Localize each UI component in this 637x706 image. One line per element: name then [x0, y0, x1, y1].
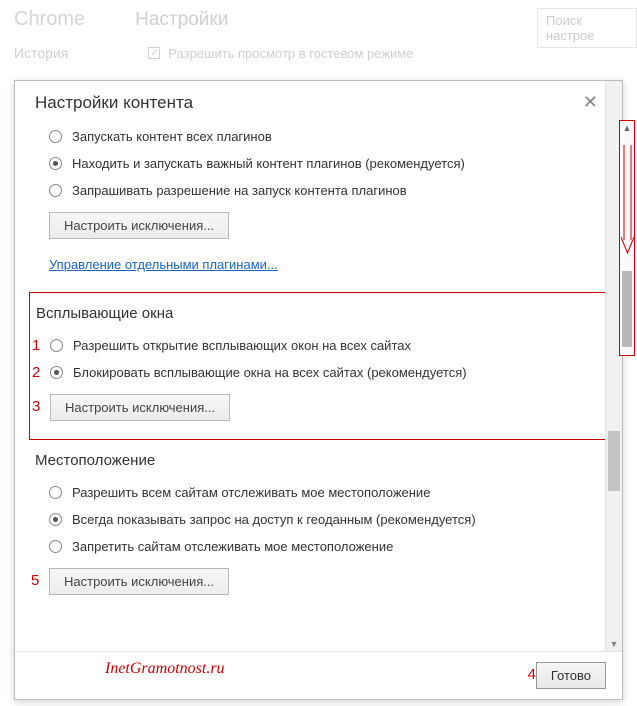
section-popups: Всплывающие окна 1 Разрешить открытие вс… — [36, 305, 601, 429]
radio-icon — [49, 184, 62, 197]
radio-icon — [49, 157, 62, 170]
radio-label: Запретить сайтам отслеживать мое местопо… — [72, 539, 393, 554]
dialog-scrollbar-thumb[interactable] — [608, 431, 620, 491]
annotation-1: 1 — [32, 337, 40, 354]
app-name: Chrome — [14, 8, 85, 31]
radio-label: Запускать контент всех плагинов — [72, 129, 272, 144]
annotation-5: 5 — [31, 572, 39, 589]
radio-plugins-detect-important[interactable]: Находить и запускать важный контент плаг… — [35, 150, 602, 177]
annotation-4: 4 — [528, 666, 536, 683]
radio-label: Запрашивать разрешение на запуск контент… — [72, 183, 407, 198]
radio-label: Всегда показывать запрос на доступ к гео… — [72, 512, 476, 527]
annotation-down-arrow-icon — [621, 145, 634, 255]
sidebar-item-history[interactable]: История — [14, 45, 68, 61]
annotation-popups-highlight: Всплывающие окна 1 Разрешить открытие вс… — [29, 292, 608, 440]
dialog-title: Настройки контента — [35, 93, 193, 113]
watermark: InetGramotnost.ru — [105, 660, 225, 678]
arrow-up-icon: ▲ — [620, 123, 634, 133]
annotation-scrollbar-highlight: ▲ — [619, 120, 635, 356]
radio-label: Разрешить всем сайтам отслеживать мое ме… — [72, 485, 430, 500]
radio-icon — [49, 486, 62, 499]
radio-label: Находить и запускать важный контент плаг… — [72, 156, 465, 171]
guest-mode-checkbox[interactable]: ✓ Разрешить просмотр в гостевом режиме — [148, 46, 413, 61]
popups-exceptions-button[interactable]: Настроить исключения... — [50, 394, 230, 421]
radio-popups-block[interactable]: 2 Блокировать всплывающие окна на всех с… — [36, 359, 601, 386]
radio-label: Разрешить открытие всплывающих окон на в… — [73, 338, 411, 353]
radio-icon — [50, 366, 63, 379]
page-title: Настройки — [135, 9, 228, 31]
radio-icon — [50, 339, 63, 352]
radio-icon — [49, 130, 62, 143]
radio-location-ask[interactable]: Всегда показывать запрос на доступ к гео… — [35, 506, 602, 533]
scrollbar-thumb[interactable] — [622, 271, 632, 347]
check-icon: ✓ — [148, 47, 160, 59]
radio-popups-allow[interactable]: 1 Разрешить открытие всплывающих окон на… — [36, 332, 601, 359]
search-input[interactable]: Поиск настрое — [537, 8, 637, 48]
plugins-exceptions-button[interactable]: Настроить исключения... — [49, 212, 229, 239]
radio-location-deny[interactable]: Запретить сайтам отслеживать мое местопо… — [35, 533, 602, 560]
radio-icon — [49, 513, 62, 526]
done-button[interactable]: Готово — [536, 662, 606, 689]
radio-icon — [49, 540, 62, 553]
annotation-3: 3 — [32, 398, 40, 415]
radio-location-allow[interactable]: Разрешить всем сайтам отслеживать мое ме… — [35, 479, 602, 506]
section-plugins: Запускать контент всех плагинов Находить… — [35, 123, 602, 278]
radio-label: Блокировать всплывающие окна на всех сай… — [73, 365, 467, 380]
page-background: Chrome Настройки Поиск настрое История ✓… — [0, 0, 637, 80]
section-location: Местоположение Разрешить всем сайтам отс… — [35, 452, 602, 603]
close-button[interactable]: ✕ — [579, 93, 602, 111]
radio-plugins-ask[interactable]: Запрашивать разрешение на запуск контент… — [35, 177, 602, 204]
manage-plugins-link[interactable]: Управление отдельными плагинами... — [49, 257, 278, 272]
dialog-footer: InetGramotnost.ru 4 Готово — [15, 651, 622, 699]
content-settings-dialog: ▼ Настройки контента ✕ Запускать контент… — [14, 80, 623, 700]
popups-title: Всплывающие окна — [36, 305, 601, 322]
location-title: Местоположение — [35, 452, 602, 469]
arrow-down-icon: ▼ — [606, 639, 622, 649]
guest-mode-label: Разрешить просмотр в гостевом режиме — [168, 46, 413, 61]
radio-plugins-run-all[interactable]: Запускать контент всех плагинов — [35, 123, 602, 150]
location-exceptions-button[interactable]: Настроить исключения... — [49, 568, 229, 595]
annotation-2: 2 — [32, 364, 40, 381]
